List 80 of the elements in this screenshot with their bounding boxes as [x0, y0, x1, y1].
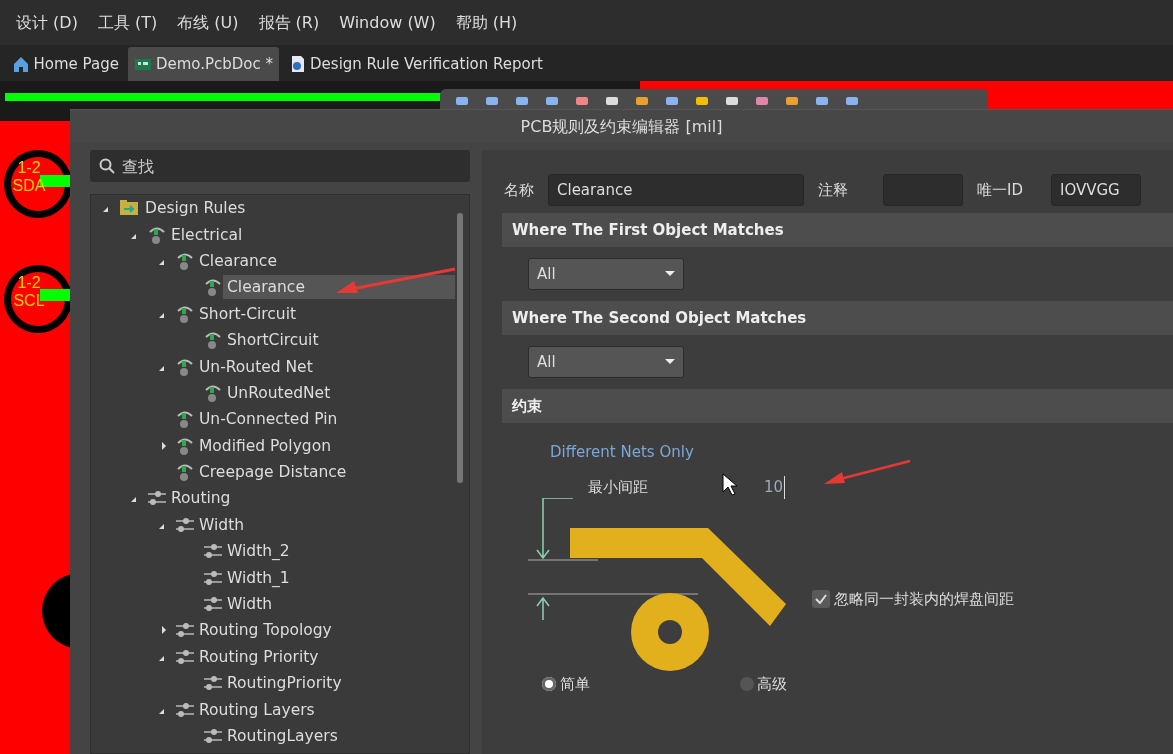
cursor-icon: [722, 473, 738, 497]
tree-item[interactable]: RoutingLayers: [223, 724, 342, 748]
tree-item[interactable]: Electrical: [167, 222, 247, 247]
menu-item[interactable]: 设计 (D): [6, 10, 88, 35]
menu-item[interactable]: 布线 (U): [167, 10, 249, 35]
scrollbar[interactable]: [457, 213, 463, 483]
tree-item[interactable]: Short-Circuit: [195, 301, 301, 326]
home-icon: [12, 55, 30, 73]
tree-item[interactable]: Modified Polygon: [195, 433, 335, 458]
search-field[interactable]: 查找: [90, 150, 470, 182]
section-header: Where The Second Object Matches: [502, 301, 1173, 335]
rule-icon: [203, 278, 223, 297]
routing-rule-icon: [147, 489, 167, 508]
checkbox[interactable]: [812, 590, 830, 609]
radio-button[interactable]: [542, 677, 556, 692]
dropdown[interactable]: All: [528, 346, 684, 378]
tree-item[interactable]: UnRoutedNet: [223, 380, 335, 405]
tree-item[interactable]: Creepage Distance: [195, 460, 351, 485]
id-field[interactable]: IOVVGG: [1051, 174, 1141, 206]
menu-item[interactable]: 工具 (T): [87, 10, 168, 35]
section-header: Where The First Object Matches: [502, 213, 1173, 247]
caret-icon: [665, 271, 675, 277]
field-label: 名称: [504, 179, 534, 201]
tree-item[interactable]: ShortCircuit: [223, 328, 323, 353]
radio-label: 高级: [757, 674, 787, 695]
tree-item[interactable]: Routing: [167, 486, 235, 511]
name-field[interactable]: Clearance: [548, 174, 804, 206]
routing-rule-icon: [203, 674, 223, 693]
tree-item[interactable]: Un-Connected Pin: [195, 407, 342, 432]
dropdown[interactable]: All: [528, 258, 684, 290]
routing-rule-icon: [203, 542, 223, 561]
document-tab[interactable]: Home Page: [6, 47, 125, 81]
routing-rule-icon: [203, 595, 223, 614]
tree-item[interactable]: Routing Topology: [195, 618, 336, 643]
caret-icon: [665, 359, 675, 365]
tree-item[interactable]: Design Rules: [141, 196, 250, 221]
routing-rule-icon: [175, 700, 195, 719]
routing-rule-icon: [203, 568, 223, 587]
link[interactable]: Different Nets Only: [550, 441, 694, 464]
rule-icon: [203, 383, 223, 402]
tree-item[interactable]: RoutingPriority: [223, 671, 346, 696]
field-label: 注释: [818, 179, 848, 201]
tree-item[interactable]: Clearance: [223, 275, 455, 300]
document-tab[interactable]: Design Rule Verification Report: [282, 47, 549, 81]
folder-icon: [119, 199, 141, 218]
menu-item[interactable]: Window (W): [329, 10, 446, 35]
tree-item[interactable]: Width: [223, 592, 277, 617]
tree-item[interactable]: Width_2: [223, 539, 294, 564]
rule-icon: [175, 251, 195, 270]
tree-item[interactable]: Width: [195, 512, 249, 537]
pad-label: 1-2 SCL: [9, 272, 49, 314]
document-tab[interactable]: Demo.PcbDoc *: [128, 47, 280, 81]
clearance-value-field[interactable]: 10: [764, 476, 786, 499]
rule-icon: [175, 436, 195, 455]
rule-icon: [203, 331, 223, 350]
check-icon: [815, 594, 827, 605]
tree-item[interactable]: Routing Priority: [195, 644, 323, 669]
field-label: 最小间距: [588, 477, 648, 498]
field-label: 唯一ID: [977, 179, 1023, 201]
radio-label: 简单: [559, 674, 590, 695]
rule-icon: [175, 357, 195, 376]
rule-icon: [175, 304, 195, 323]
tree-item[interactable]: Width_1: [223, 565, 294, 590]
radio-button[interactable]: [739, 677, 754, 692]
routing-rule-icon: [175, 515, 195, 534]
checkbox-label: 忽略同一封装内的焊盘间距: [833, 589, 1014, 610]
tree-item[interactable]: Un-Routed Net: [195, 354, 317, 379]
rule-icon: [175, 410, 195, 429]
menu-item[interactable]: 报告 (R): [248, 10, 330, 35]
search-icon: [99, 158, 115, 174]
tree-item[interactable]: Routing Layers: [195, 697, 319, 722]
rule-icon: [147, 225, 167, 244]
pad-label: 1-2 SDA: [9, 157, 49, 199]
routing-rule-icon: [175, 647, 195, 666]
tree-item[interactable]: Clearance: [195, 248, 281, 273]
routing-rule-icon: [203, 727, 223, 745]
menu-item[interactable]: 帮助 (H): [445, 10, 528, 35]
routing-rule-icon: [175, 621, 195, 640]
section-header: 约束: [502, 389, 1173, 423]
rule-icon: [175, 463, 195, 482]
